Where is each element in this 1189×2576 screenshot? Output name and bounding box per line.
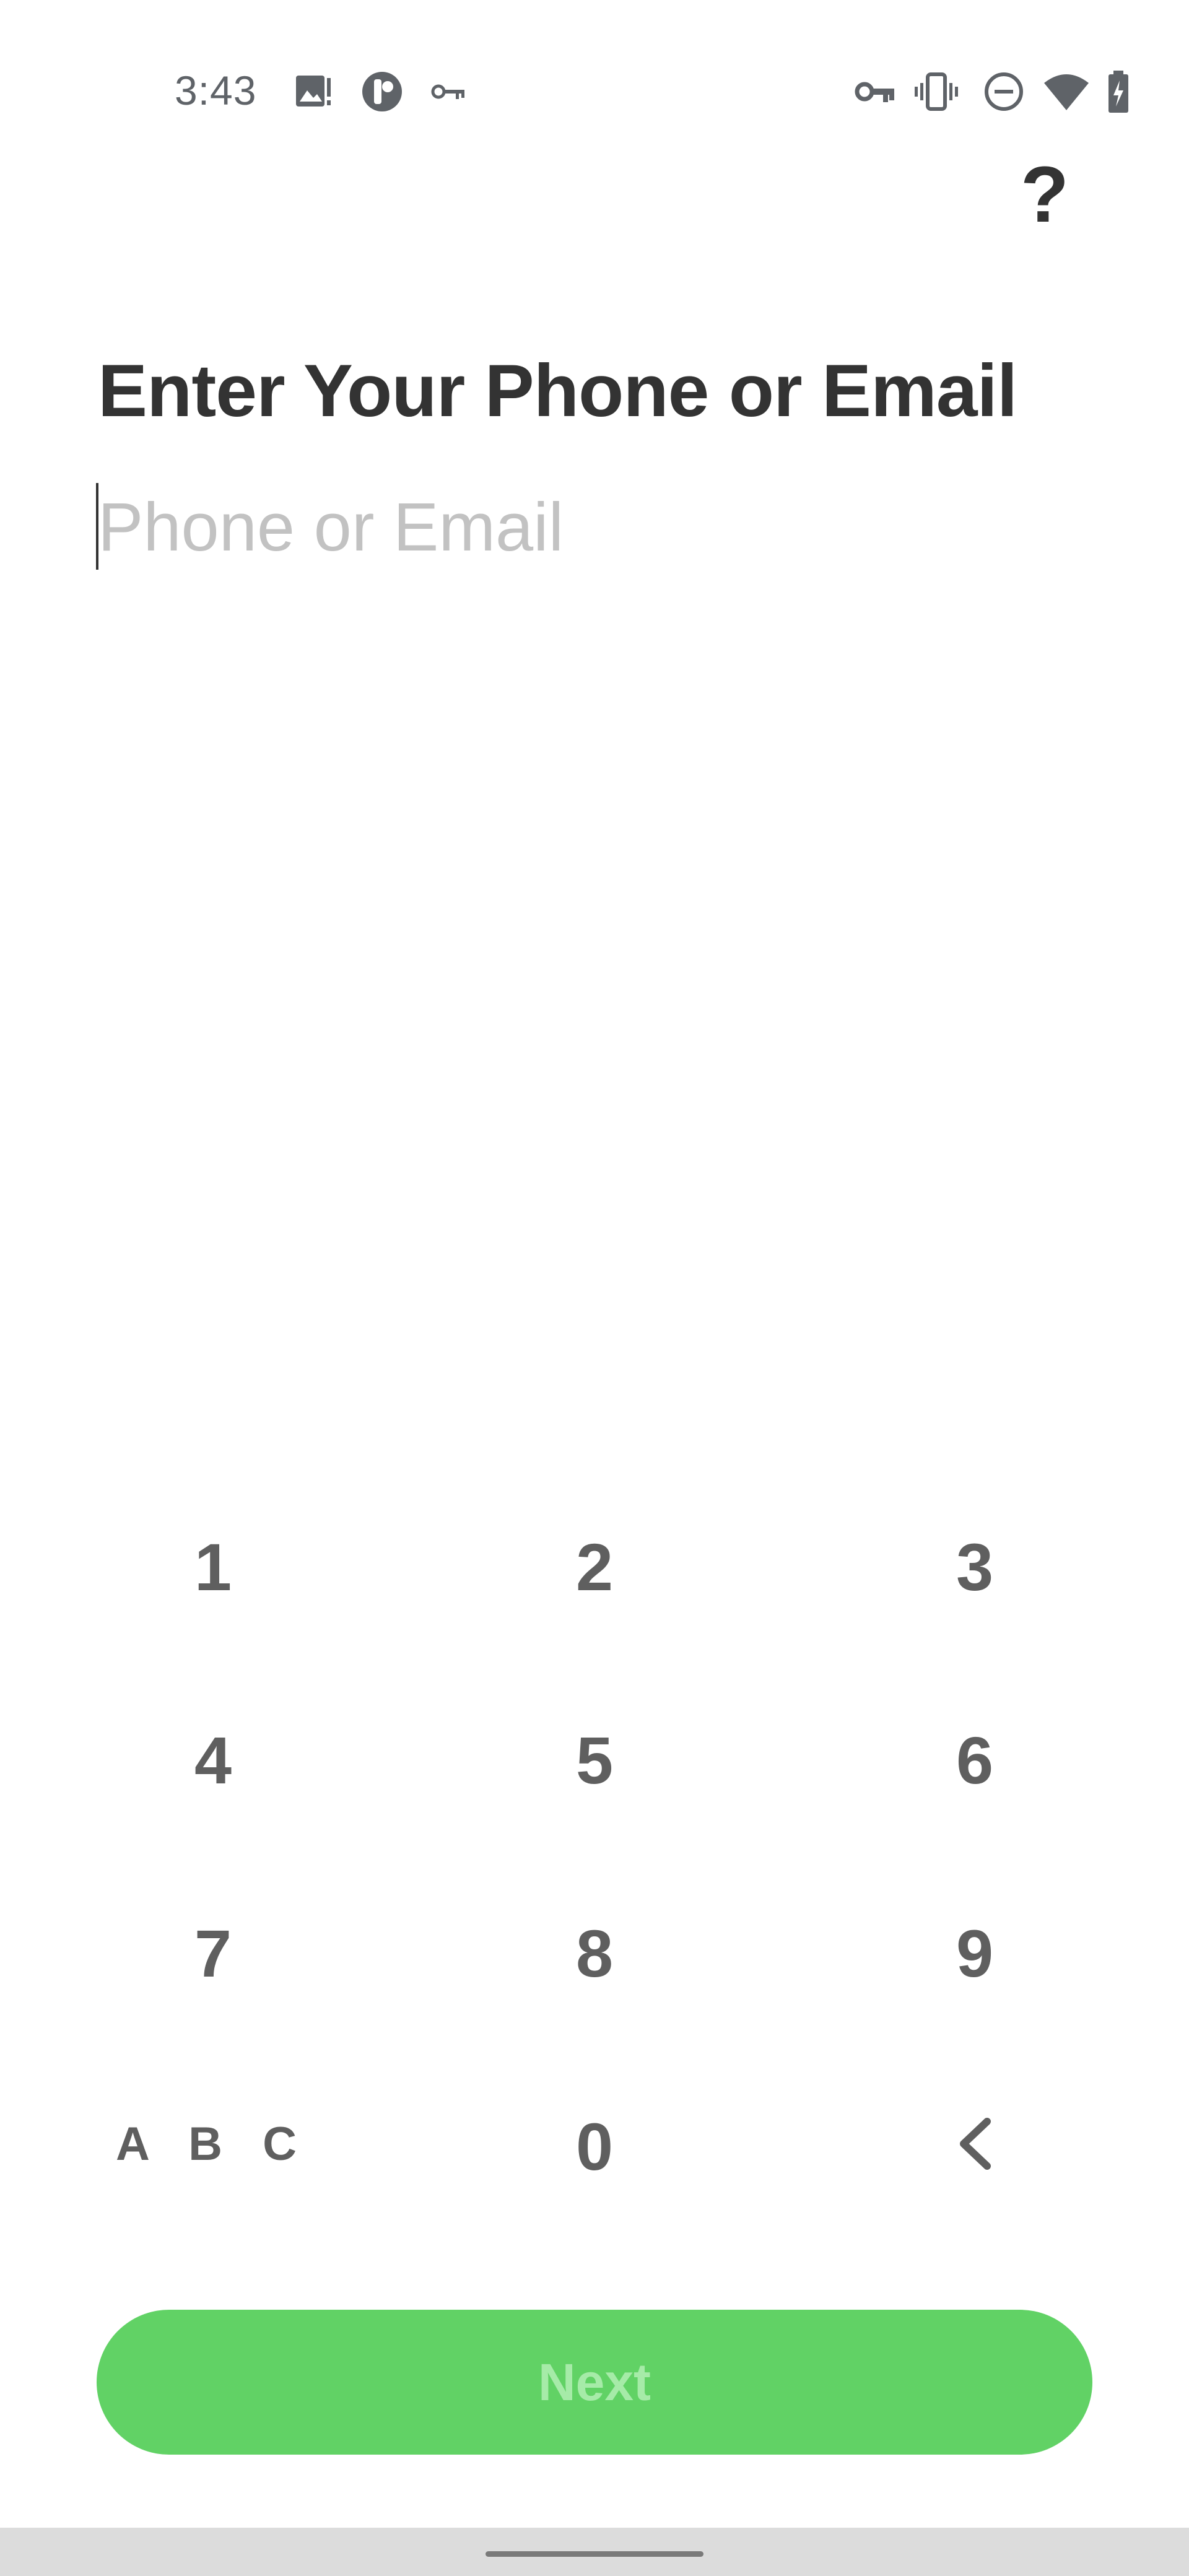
backspace-key[interactable] (801, 2051, 1148, 2237)
key-6[interactable]: 6 (801, 1667, 1148, 1853)
chevron-left-icon (960, 2118, 991, 2170)
key-9[interactable]: 9 (801, 1860, 1148, 2046)
battery-charging-icon (1108, 71, 1128, 113)
key-2[interactable]: 2 (421, 1474, 768, 1660)
key-5[interactable]: 5 (421, 1667, 768, 1853)
key-4[interactable]: 4 (40, 1667, 386, 1853)
wifi-icon (1044, 74, 1089, 110)
key-abc[interactable]: A B C (40, 2051, 386, 2237)
key-3[interactable]: 3 (801, 1474, 1148, 1660)
image-alert-icon (296, 76, 331, 107)
help-button[interactable]: ? (1011, 149, 1079, 242)
vibrate-icon (915, 72, 958, 111)
key-icon (431, 84, 464, 99)
key-0[interactable]: 0 (421, 2053, 768, 2239)
key-7[interactable]: 7 (40, 1860, 386, 2046)
key-8[interactable]: 8 (421, 1860, 768, 2046)
home-gesture-handle[interactable] (486, 2551, 703, 2557)
key-1[interactable]: 1 (40, 1474, 386, 1660)
phone-or-email-input[interactable] (95, 481, 1092, 573)
page-title: Enter Your Phone or Email (98, 349, 1017, 432)
do-not-disturb-icon (985, 72, 1023, 111)
status-time: 3:43 (175, 67, 257, 113)
text-caret (96, 483, 98, 570)
app-icon (362, 72, 402, 111)
next-button[interactable]: Next (97, 2310, 1092, 2455)
vpn-key-icon (855, 82, 894, 102)
login-screen: 3:43 ? Enter Your Phone or Email Phone o… (0, 0, 1189, 2576)
system-nav-bar (0, 2528, 1189, 2576)
